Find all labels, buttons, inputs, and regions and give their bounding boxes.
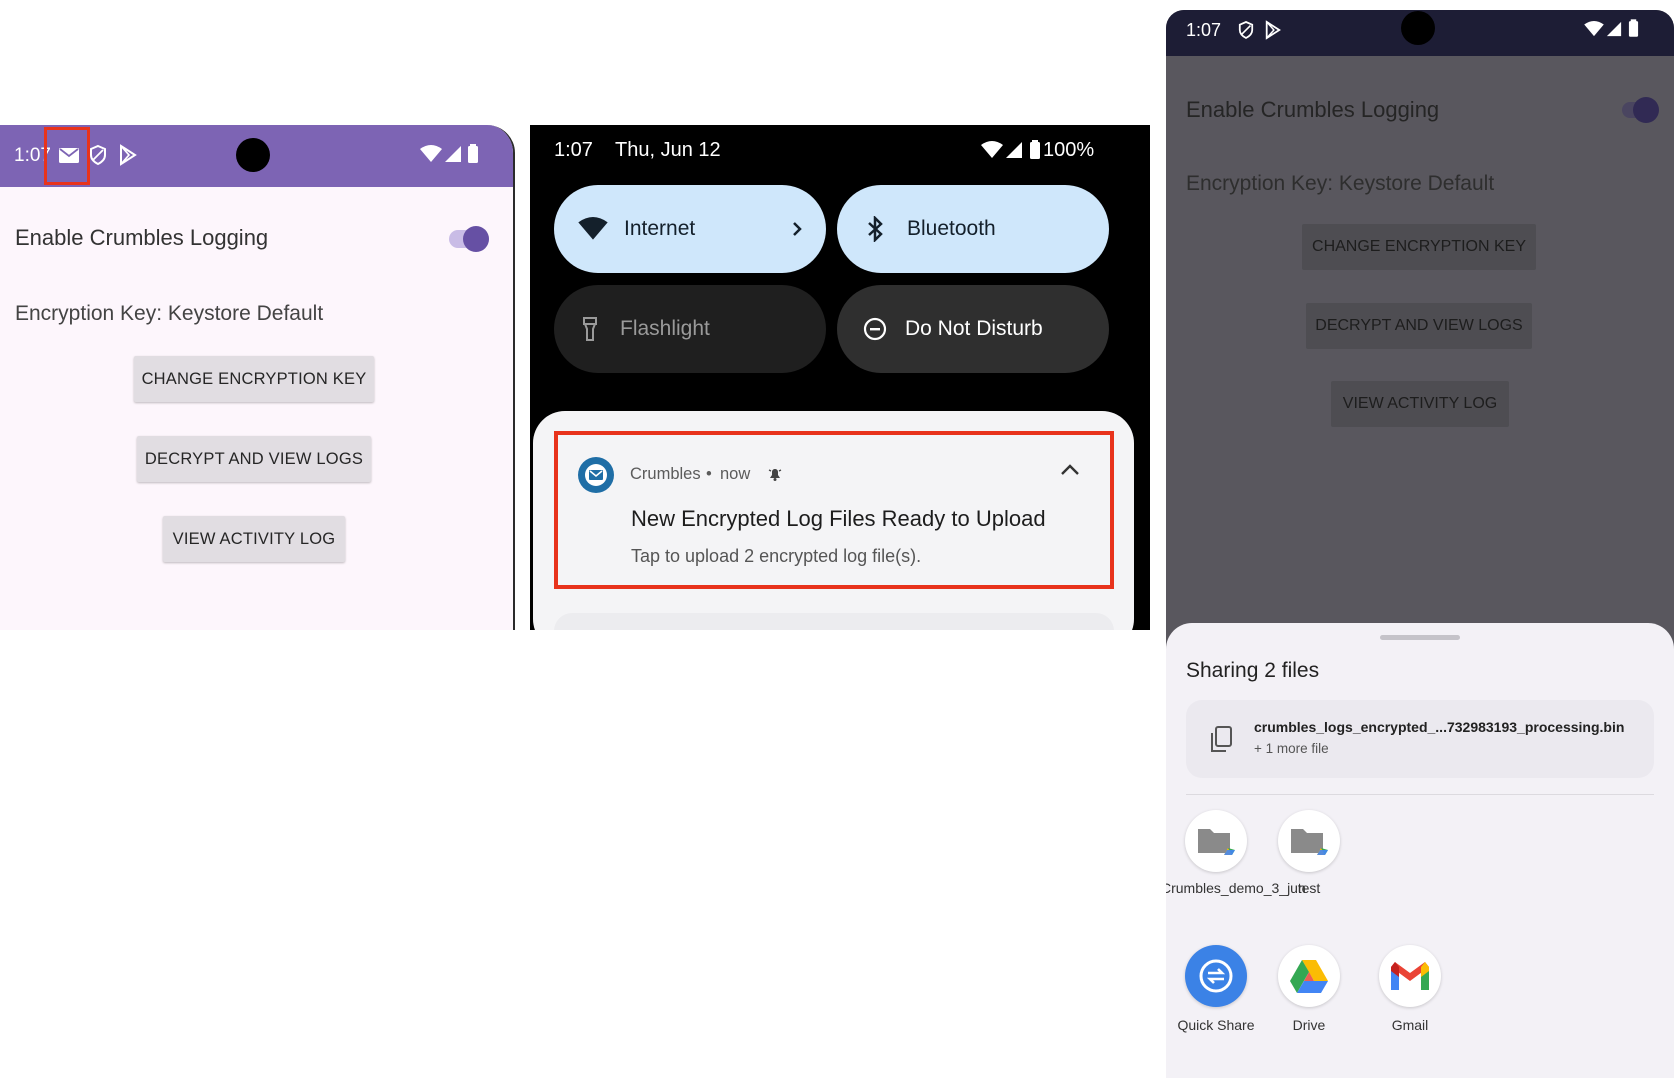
more-files: + 1 more file (1254, 741, 1329, 756)
battery-icon (1029, 140, 1041, 160)
share-target-gmail[interactable]: Gmail (1355, 945, 1465, 1034)
tile-flashlight[interactable]: Flashlight (554, 285, 826, 373)
wifi-icon (420, 145, 442, 163)
view-activity-log-button[interactable]: VIEW ACTIVITY LOG (163, 516, 345, 562)
decrypt-and-view-logs-button[interactable]: DECRYPT AND VIEW LOGS (1306, 303, 1532, 349)
notification-card-next[interactable] (554, 613, 1114, 630)
battery-percent: 100% (1043, 139, 1095, 161)
shield-icon (1238, 20, 1254, 40)
logging-toggle-label: Enable Crumbles Logging (15, 225, 269, 250)
encryption-key-label: Encryption Key: Keystore Default (1186, 172, 1495, 195)
tile-bluetooth-label: Bluetooth (907, 217, 996, 240)
wifi-icon (981, 141, 1003, 159)
play-store-icon (118, 144, 138, 166)
change-encryption-key-button[interactable]: CHANGE ENCRYPTION KEY (134, 356, 374, 402)
logging-toggle-label: Enable Crumbles Logging (1186, 97, 1440, 122)
chevron-right-icon (792, 221, 802, 237)
signal-icon (1005, 141, 1023, 159)
drive-folder-icon (1278, 810, 1340, 872)
camera-cutout (236, 138, 270, 172)
copy-files-icon (1208, 725, 1234, 755)
bluetooth-icon (867, 216, 883, 242)
status-bar: 1:07 (1166, 10, 1674, 56)
drag-handle[interactable] (1380, 635, 1460, 640)
highlight-box-notification (554, 431, 1114, 589)
logging-switch-thumb[interactable] (1633, 97, 1659, 123)
share-title: Sharing 2 files (1186, 659, 1320, 682)
camera-cutout (1401, 11, 1435, 45)
quick-share-icon (1185, 945, 1247, 1007)
share-sheet-screen: 1:07 Enable Crumbles Logging Encryption … (1166, 10, 1674, 1078)
tile-do-not-disturb[interactable]: Do Not Disturb (837, 285, 1109, 373)
encryption-key-label: Encryption Key: Keystore Default (15, 302, 324, 325)
signal-icon (1606, 21, 1622, 37)
logging-switch-thumb[interactable] (463, 226, 489, 252)
share-target-label: test (1297, 880, 1321, 896)
file-name: crumbles_logs_encrypted_...732983193_pro… (1254, 719, 1625, 735)
wifi-icon (578, 217, 608, 241)
shield-icon (89, 144, 107, 166)
tile-internet-label: Internet (624, 217, 696, 240)
highlight-box-notification-icon (44, 127, 90, 185)
tile-bluetooth[interactable]: Bluetooth (837, 185, 1109, 273)
status-time: 1:07 (1186, 20, 1222, 40)
signal-icon (444, 145, 462, 163)
share-target-label: Drive (1292, 1017, 1326, 1033)
decrypt-and-view-logs-button[interactable]: DECRYPT AND VIEW LOGS (137, 436, 371, 482)
battery-icon (467, 144, 479, 164)
app-screen-main: 1:07 Enable Crumbles Logging Encryption … (0, 125, 515, 630)
tile-internet[interactable]: Internet (554, 185, 826, 273)
share-target-folder[interactable]: test (1254, 810, 1364, 897)
flashlight-icon (582, 316, 598, 342)
notification-shade: 1:07 Thu, Jun 12 100% Internet Bluetooth… (530, 125, 1150, 630)
sheet-divider (1186, 794, 1654, 795)
view-activity-log-button[interactable]: VIEW ACTIVITY LOG (1331, 381, 1509, 427)
drive-folder-icon (1185, 810, 1247, 872)
file-preview-card: crumbles_logs_encrypted_...732983193_pro… (1186, 700, 1654, 778)
share-target-label: Gmail (1391, 1017, 1429, 1033)
play-store-icon (1264, 20, 1282, 40)
change-encryption-key-button[interactable]: CHANGE ENCRYPTION KEY (1302, 224, 1536, 270)
gmail-icon (1379, 945, 1441, 1007)
share-sheet: Sharing 2 files crumbles_logs_encrypted_… (1166, 623, 1674, 1078)
share-target-drive[interactable]: Drive (1254, 945, 1364, 1034)
wifi-icon (1584, 21, 1604, 37)
battery-icon (1628, 19, 1639, 38)
tile-flashlight-label: Flashlight (620, 317, 710, 340)
drive-icon (1278, 945, 1340, 1007)
shade-time: 1:07 (554, 139, 593, 161)
shade-date: Thu, Jun 12 (615, 139, 721, 161)
do-not-disturb-icon (863, 317, 887, 341)
tile-dnd-label: Do Not Disturb (905, 317, 1043, 340)
